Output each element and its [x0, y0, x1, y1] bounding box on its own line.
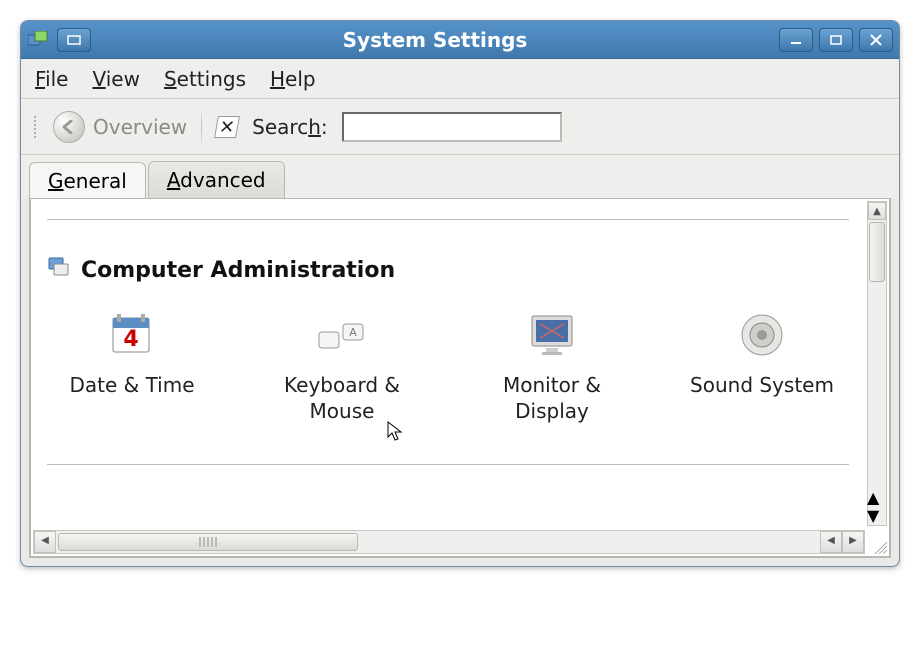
- monitor-icon: [525, 308, 579, 362]
- toolbar-separator: [201, 107, 202, 147]
- menu-help[interactable]: Help: [270, 67, 316, 91]
- content-pane: Computer Administration 4 Date & Time: [29, 198, 891, 558]
- svg-text:4: 4: [123, 327, 138, 352]
- app-icon: [27, 30, 51, 50]
- scroll-up-icon[interactable]: ▲: [868, 202, 886, 220]
- menubar: File View Settings Help: [21, 59, 899, 99]
- horizontal-scrollbar[interactable]: ◀ ◀ ▶: [33, 530, 865, 554]
- minimize-button[interactable]: [779, 28, 813, 52]
- icon-grid: 4 Date & Time A Keyboard & Mou: [47, 298, 849, 434]
- divider: [47, 464, 849, 465]
- system-settings-window: System Settings File View Settings Help: [20, 20, 900, 567]
- scroll-stepper: ▲ ▼: [867, 488, 887, 526]
- maximize-button[interactable]: [819, 28, 853, 52]
- titlebar[interactable]: System Settings: [21, 21, 899, 59]
- calendar-icon: 4: [105, 308, 159, 362]
- tile-date-time[interactable]: 4 Date & Time: [47, 308, 217, 398]
- menu-view[interactable]: View: [92, 67, 139, 91]
- content-scroll: Computer Administration 4 Date & Time: [31, 199, 865, 528]
- vertical-scrollbar[interactable]: ▲: [867, 201, 887, 526]
- scroll-step-up-icon[interactable]: ▲: [867, 488, 887, 506]
- overview-label: Overview: [93, 115, 187, 139]
- tab-bar: General Advanced: [21, 155, 899, 198]
- scroll-left2-icon[interactable]: ◀: [820, 531, 842, 553]
- tab-advanced[interactable]: Advanced: [148, 161, 285, 198]
- tile-label: Keyboard & Mouse: [257, 372, 427, 424]
- window-menu-button[interactable]: [57, 28, 91, 52]
- section-header: Computer Administration: [47, 256, 849, 284]
- vscroll-thumb[interactable]: [869, 222, 885, 282]
- toolbar-handle[interactable]: [31, 109, 39, 145]
- computer-icon: [47, 256, 71, 284]
- tile-label: Monitor & Display: [467, 372, 637, 424]
- svg-text:A: A: [349, 326, 357, 339]
- scroll-step-down-icon[interactable]: ▼: [867, 506, 887, 524]
- tile-keyboard-mouse[interactable]: A Keyboard & Mouse: [257, 308, 427, 424]
- tile-label: Date & Time: [47, 372, 217, 398]
- search-input[interactable]: [342, 112, 562, 142]
- hscroll-thumb[interactable]: [58, 533, 358, 551]
- close-button[interactable]: [859, 28, 893, 52]
- resize-grip[interactable]: [867, 530, 887, 554]
- divider: [47, 219, 849, 220]
- scroll-left-icon[interactable]: ◀: [34, 531, 56, 553]
- tab-general[interactable]: General: [29, 162, 146, 199]
- window-title: System Settings: [91, 28, 779, 52]
- tile-sound-system[interactable]: Sound System: [677, 308, 847, 398]
- tile-label: Sound System: [677, 372, 847, 398]
- speaker-icon: [735, 308, 789, 362]
- overview-button[interactable]: Overview: [53, 111, 187, 143]
- menu-file[interactable]: File: [35, 67, 68, 91]
- toolbar: Overview ✕ Search:: [21, 99, 899, 155]
- clear-search-icon[interactable]: ✕: [214, 116, 240, 138]
- hscroll-track[interactable]: [56, 531, 820, 553]
- back-icon: [53, 111, 85, 143]
- scroll-right-icon[interactable]: ▶: [842, 531, 864, 553]
- keyboard-icon: A: [315, 308, 369, 362]
- menu-settings[interactable]: Settings: [164, 67, 246, 91]
- section-title: Computer Administration: [81, 258, 395, 283]
- search-label: Search:: [252, 115, 327, 139]
- tile-monitor-display[interactable]: Monitor & Display: [467, 308, 637, 424]
